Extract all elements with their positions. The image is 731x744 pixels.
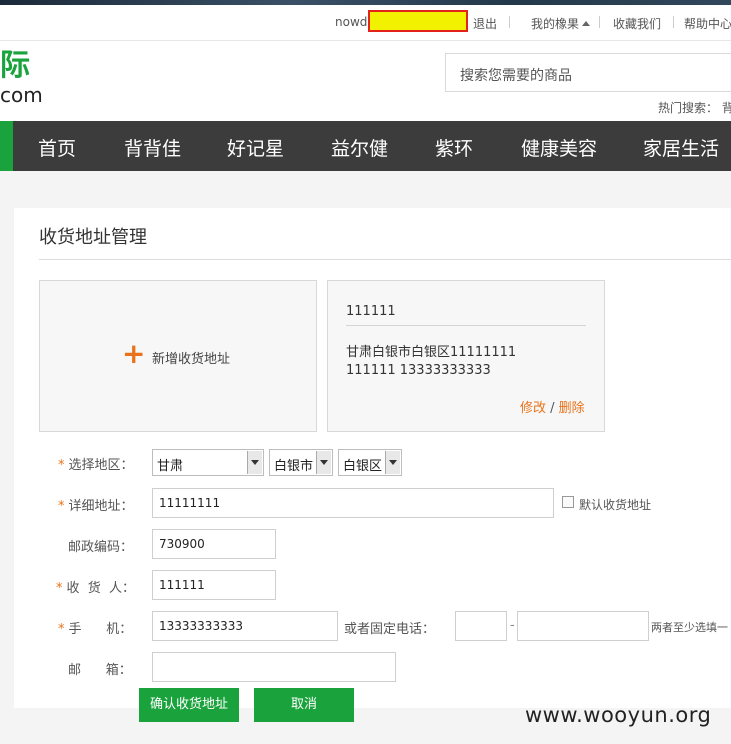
nav-item-home-living[interactable]: 家居生活 <box>643 134 719 161</box>
phone-note: 两者至少选填一 <box>651 621 728 634</box>
cancel-button[interactable]: 取消 <box>254 688 354 722</box>
email-label: 邮 箱： <box>68 663 132 678</box>
receiver-value: 111111 <box>159 578 205 592</box>
detail-address-value: 11111111 <box>159 496 221 510</box>
nav-item-home[interactable]: 首页 <box>38 134 76 161</box>
address-card: 111111 甘肃白银市白银区11111111 111111 133333333… <box>327 280 605 432</box>
search-placeholder: 搜索您需要的商品 <box>460 68 572 84</box>
main-nav: 首页 背背佳 好记星 益尔健 紫环 健康美容 家居生活 <box>0 121 731 171</box>
detail-address-label: * 详细地址： <box>58 499 134 514</box>
receiver-label: * 收 货 人： <box>56 581 136 596</box>
watermark: www.wooyun.org <box>525 703 712 727</box>
top-bar: nowd 退出 我的橡果 收藏我们 帮助中心 <box>0 5 731 41</box>
divider <box>599 16 600 28</box>
chevron-down-icon <box>247 451 262 474</box>
mobile-input[interactable]: 13333333333 <box>152 611 338 641</box>
district-value: 白银区 <box>343 459 383 474</box>
divider <box>673 16 674 28</box>
plus-icon: + <box>122 337 146 370</box>
landline-area-input[interactable] <box>455 611 507 641</box>
mobile-value: 13333333333 <box>159 619 243 633</box>
address-detail: 甘肃白银市白银区11111111 <box>346 345 517 360</box>
chevron-down-icon <box>316 451 331 474</box>
province-value: 甘肃 <box>157 459 184 474</box>
mobile-label: * 手 机： <box>58 622 133 637</box>
nav-accent <box>0 121 13 171</box>
region-label: * 选择地区： <box>58 458 134 473</box>
nav-item-haojixing[interactable]: 好记星 <box>227 134 284 161</box>
landline-label: 或者固定电话： <box>344 622 436 637</box>
username-text: nowd <box>335 15 368 29</box>
logo-domain: com <box>0 83 43 107</box>
chevron-down-icon <box>385 451 400 474</box>
page-title: 收货地址管理 <box>39 227 147 248</box>
nav-item-health-beauty[interactable]: 健康美容 <box>521 134 597 161</box>
confirm-address-button[interactable]: 确认收货地址 <box>139 688 239 722</box>
redacted-username <box>368 10 468 32</box>
divider <box>509 16 510 28</box>
hot-search-label: 热门搜索： <box>658 101 719 115</box>
landline-dash: - <box>510 618 515 633</box>
address-receiver: 111111 <box>346 304 396 319</box>
search-input[interactable]: 搜索您需要的商品 <box>445 53 731 92</box>
province-select[interactable]: 甘肃 <box>152 449 264 476</box>
hot-search-item[interactable]: 背 <box>722 101 731 115</box>
logo[interactable]: 际 <box>0 50 30 82</box>
my-account-menu[interactable]: 我的橡果 <box>531 15 591 32</box>
nav-item-beibeijia[interactable]: 背背佳 <box>124 134 181 161</box>
title-divider <box>39 259 731 260</box>
zip-value: 730900 <box>159 537 205 551</box>
zip-label: 邮政编码： <box>68 540 134 555</box>
add-address-label: 新增收货地址 <box>152 352 231 367</box>
edit-link[interactable]: 修改 <box>520 401 546 416</box>
city-select[interactable]: 白银市 <box>269 449 333 476</box>
city-value: 白银市 <box>274 459 314 474</box>
add-address-card[interactable]: + 新增收货地址 <box>39 280 317 432</box>
my-account-label: 我的橡果 <box>531 17 580 31</box>
nav-item-zihuan[interactable]: 紫环 <box>435 134 473 161</box>
address-divider <box>346 325 586 326</box>
receiver-input[interactable]: 111111 <box>152 570 276 600</box>
favorites-link[interactable]: 收藏我们 <box>613 15 661 32</box>
address-phone: 111111 13333333333 <box>346 363 491 378</box>
hot-search: 热门搜索： 背 <box>658 99 731 116</box>
default-address-checkbox[interactable] <box>562 496 574 508</box>
landline-number-input[interactable] <box>517 611 649 641</box>
default-address-label: 默认收货地址 <box>579 498 652 512</box>
action-separator: / <box>546 401 559 416</box>
caret-up-icon <box>582 21 591 26</box>
logout-link[interactable]: 退出 <box>473 15 497 32</box>
delete-link[interactable]: 删除 <box>559 401 585 416</box>
nav-item-yierjian[interactable]: 益尔健 <box>331 134 388 161</box>
help-center-link[interactable]: 帮助中心 <box>684 15 731 32</box>
district-select[interactable]: 白银区 <box>338 449 402 476</box>
address-actions: 修改 / 删除 <box>520 397 585 416</box>
zip-input[interactable]: 730900 <box>152 529 276 559</box>
email-input[interactable] <box>152 652 396 682</box>
detail-address-input[interactable]: 11111111 <box>152 488 554 518</box>
